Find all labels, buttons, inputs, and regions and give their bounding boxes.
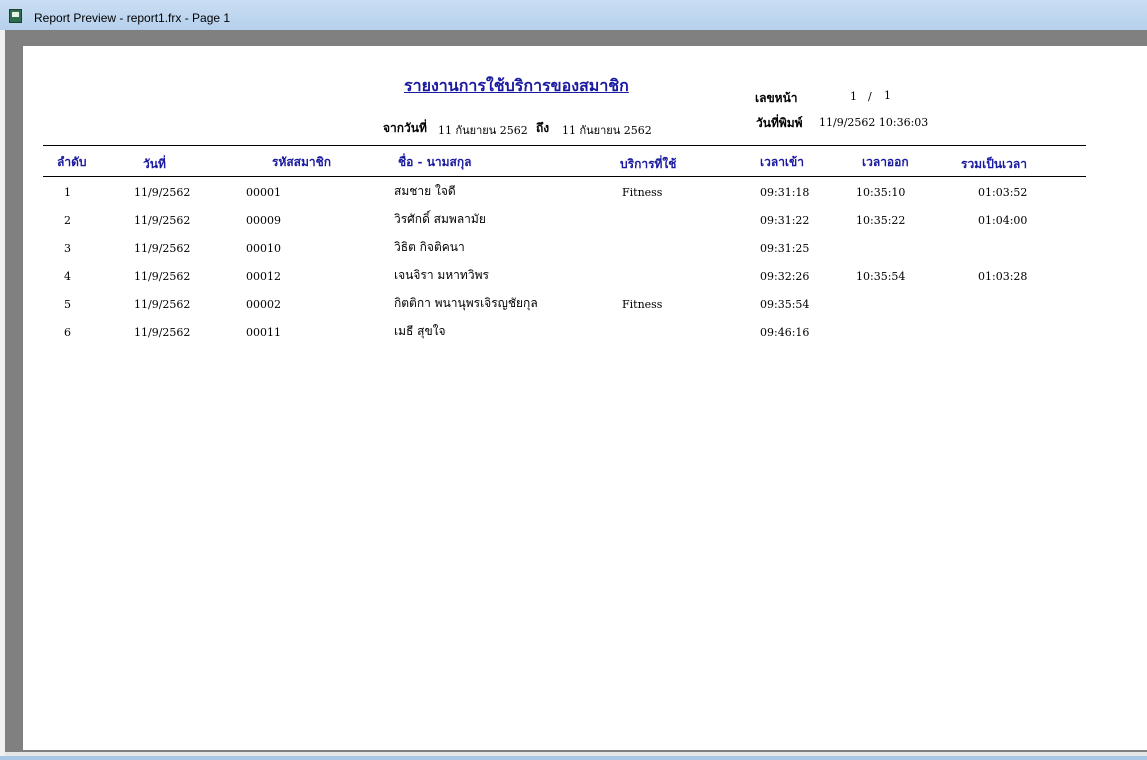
report-page	[23, 46, 1147, 750]
cell-total-time: 01:04:00	[978, 214, 1028, 227]
cell-member-id: 00001	[246, 186, 281, 199]
column-header-time-in: เวลาเข้า	[760, 155, 804, 169]
report-icon	[9, 9, 22, 23]
header-bottom-rule	[43, 176, 1086, 177]
cell-time-in: 09:31:22	[760, 214, 810, 227]
report-title: รายงานการใช้บริการของสมาชิก	[404, 76, 629, 95]
page-separator: /	[868, 90, 872, 103]
cell-seq: 5	[64, 298, 71, 311]
cell-name: วิธิต กิจติคนา	[394, 240, 465, 254]
page-total: 1	[884, 89, 891, 102]
column-header-service: บริการที่ใช้	[620, 157, 677, 171]
cell-date: 11/9/2562	[134, 186, 191, 199]
cell-date: 11/9/2562	[134, 270, 191, 283]
cell-seq: 2	[64, 214, 71, 227]
cell-service: Fitness	[622, 186, 663, 199]
cell-date: 11/9/2562	[134, 326, 191, 339]
cell-member-id: 00002	[246, 298, 281, 311]
cell-seq: 3	[64, 242, 71, 255]
column-header-date: วันที่	[143, 157, 166, 171]
page-current: 1	[850, 90, 857, 103]
cell-date: 11/9/2562	[134, 242, 191, 255]
cell-name: วิรศักดิ์ สมพลามัย	[394, 212, 486, 226]
window-bottom-edge	[0, 756, 1147, 760]
cell-date: 11/9/2562	[134, 214, 191, 227]
cell-service: Fitness	[622, 298, 663, 311]
cell-time-in: 09:46:16	[760, 326, 810, 339]
cell-seq: 1	[64, 186, 71, 199]
cell-total-time: 01:03:52	[978, 186, 1028, 199]
cell-time-in: 09:35:54	[760, 298, 810, 311]
cell-time-out: 10:35:22	[856, 214, 906, 227]
window-title: Report Preview - report1.frx - Page 1	[34, 11, 231, 25]
cell-date: 11/9/2562	[134, 298, 191, 311]
column-header-seq: ลำดับ	[57, 155, 87, 169]
cell-time-out: 10:35:54	[856, 270, 906, 283]
column-header-time-out: เวลาออก	[862, 155, 909, 169]
from-date-label: จากวันที่	[383, 121, 427, 135]
print-date-label: วันที่พิมพ์	[756, 116, 803, 130]
to-date-value: 11 กันยายน 2562	[562, 124, 652, 137]
cell-name: เมธี สุขใจ	[394, 324, 446, 338]
cell-time-in: 09:31:25	[760, 242, 810, 255]
print-date-value: 11/9/2562 10:36:03	[819, 116, 929, 129]
cell-time-out: 10:35:10	[856, 186, 906, 199]
from-date-value: 11 กันยายน 2562	[438, 124, 528, 137]
cell-seq: 4	[64, 270, 71, 283]
cell-name: กิตติกา พนานุพรเจิรญชัยกุล	[394, 296, 538, 310]
cell-member-id: 00012	[246, 270, 281, 283]
cell-member-id: 00011	[246, 326, 281, 339]
column-header-name: ชื่อ - นามสกุล	[398, 155, 472, 169]
cell-name: สมชาย ใจดี	[394, 184, 456, 198]
header-top-rule	[43, 145, 1086, 146]
title-bar: Report Preview - report1.frx - Page 1	[0, 0, 1147, 30]
column-header-total-time: รวมเป็นเวลา	[961, 157, 1027, 171]
cell-total-time: 01:03:28	[978, 270, 1028, 283]
page-number-label: เลขหน้า	[755, 91, 798, 105]
cell-time-in: 09:31:18	[760, 186, 810, 199]
cell-member-id: 00009	[246, 214, 281, 227]
to-date-label: ถึง	[536, 121, 550, 135]
cell-seq: 6	[64, 326, 71, 339]
cell-member-id: 00010	[246, 242, 281, 255]
cell-name: เจนจิรา มหาทวิพร	[394, 268, 489, 282]
column-header-member-id: รหัสสมาชิก	[272, 155, 332, 169]
cell-time-in: 09:32:26	[760, 270, 810, 283]
